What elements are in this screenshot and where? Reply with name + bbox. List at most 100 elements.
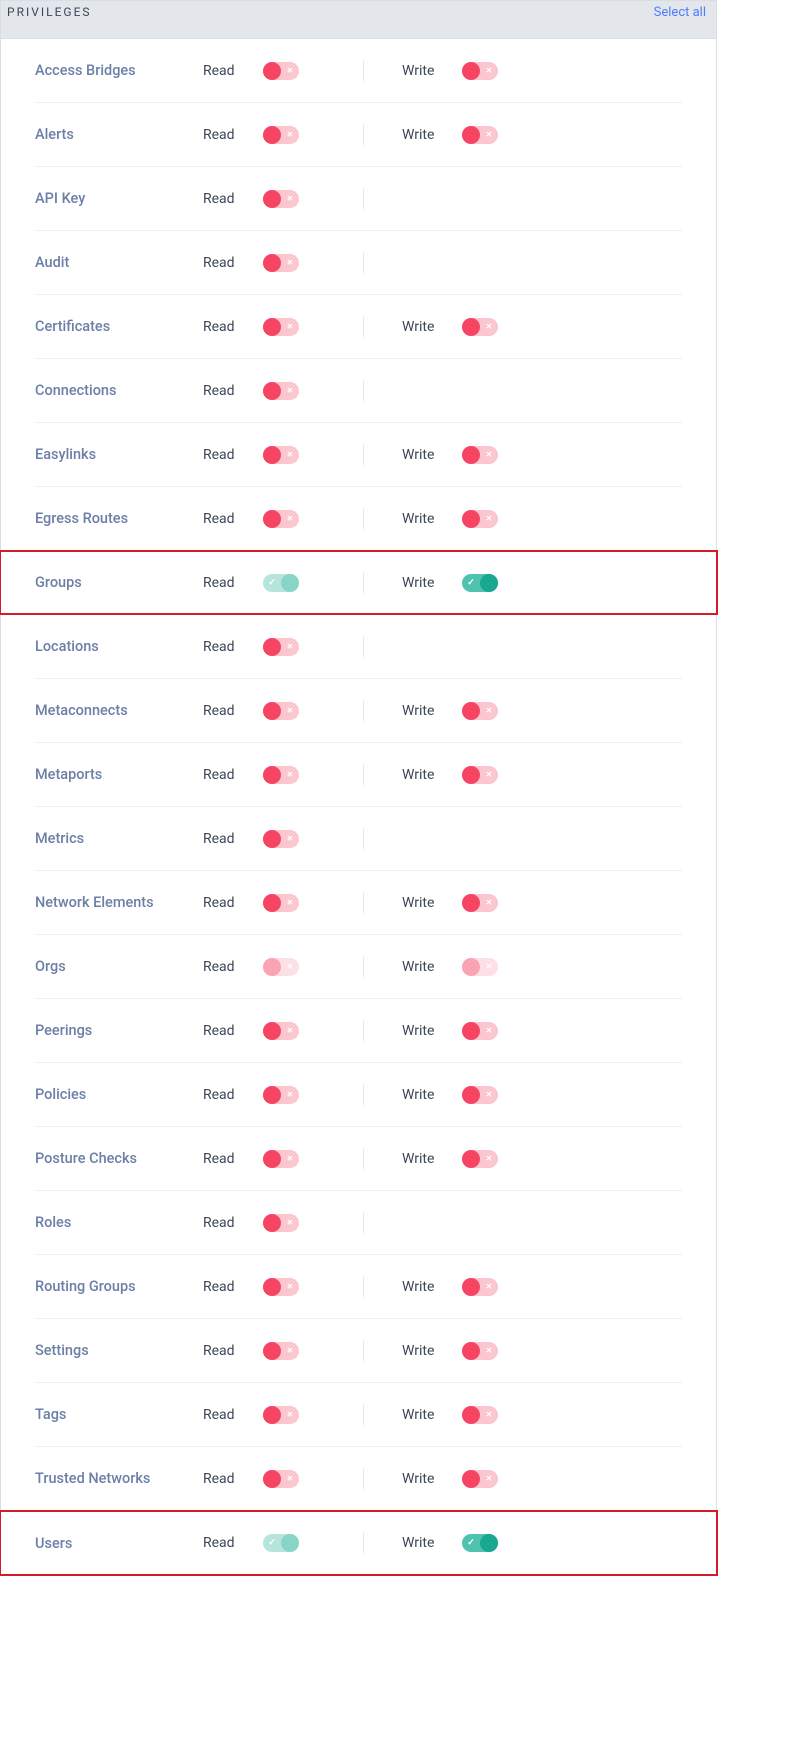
write-toggle[interactable] xyxy=(462,1150,498,1168)
write-toggle[interactable] xyxy=(462,1342,498,1360)
privilege-name[interactable]: Routing Groups xyxy=(35,1278,203,1295)
read-toggle[interactable] xyxy=(263,574,299,592)
privilege-name[interactable]: Groups xyxy=(35,574,203,591)
privilege-name[interactable]: Audit xyxy=(35,254,203,271)
read-toggle[interactable] xyxy=(263,254,299,272)
privilege-name[interactable]: Trusted Networks xyxy=(35,1470,203,1487)
toggle-knob xyxy=(462,1342,480,1360)
write-label: Write xyxy=(402,895,462,911)
toggle-knob xyxy=(263,1278,281,1296)
privilege-name[interactable]: Egress Routes xyxy=(35,510,203,527)
privilege-name[interactable]: Alerts xyxy=(35,126,203,143)
privilege-name[interactable]: Posture Checks xyxy=(35,1150,203,1167)
read-label: Read xyxy=(203,127,263,143)
write-label: Write xyxy=(402,447,462,463)
read-toggle[interactable] xyxy=(263,766,299,784)
read-toggle[interactable] xyxy=(263,1022,299,1040)
read-label: Read xyxy=(203,1215,263,1231)
toggle-knob xyxy=(263,894,281,912)
privilege-name[interactable]: Tags xyxy=(35,1406,203,1423)
read-toggle[interactable] xyxy=(263,1470,299,1488)
privilege-name[interactable]: Settings xyxy=(35,1342,203,1359)
x-icon xyxy=(281,1150,299,1168)
write-toggle[interactable] xyxy=(462,318,498,336)
read-label: Read xyxy=(203,447,263,463)
write-toggle[interactable] xyxy=(462,126,498,144)
read-toggle[interactable] xyxy=(263,1150,299,1168)
write-toggle-cell xyxy=(462,1342,552,1360)
toggle-knob xyxy=(263,1150,281,1168)
read-toggle[interactable] xyxy=(263,1342,299,1360)
read-toggle[interactable] xyxy=(263,1278,299,1296)
write-toggle[interactable] xyxy=(462,62,498,80)
privilege-name[interactable]: Users xyxy=(35,1535,203,1552)
cell-divider xyxy=(363,61,364,81)
read-label: Read xyxy=(203,703,263,719)
privilege-name[interactable]: API Key xyxy=(35,190,203,207)
privilege-name[interactable]: Orgs xyxy=(35,958,203,975)
privilege-name[interactable]: Network Elements xyxy=(35,894,203,911)
read-label: Read xyxy=(203,831,263,847)
privilege-name[interactable]: Certificates xyxy=(35,318,203,335)
write-toggle[interactable] xyxy=(462,702,498,720)
cell-divider xyxy=(363,957,364,977)
read-toggle[interactable] xyxy=(263,638,299,656)
toggle-knob xyxy=(462,62,480,80)
write-toggle[interactable] xyxy=(462,1470,498,1488)
x-icon xyxy=(281,510,299,528)
read-toggle[interactable] xyxy=(263,62,299,80)
write-toggle[interactable] xyxy=(462,1086,498,1104)
write-toggle[interactable] xyxy=(462,446,498,464)
write-toggle-cell xyxy=(462,702,552,720)
read-toggle[interactable] xyxy=(263,318,299,336)
privilege-name[interactable]: Policies xyxy=(35,1086,203,1103)
privilege-name[interactable]: Access Bridges xyxy=(35,62,203,79)
write-toggle[interactable] xyxy=(462,1534,498,1552)
write-toggle[interactable] xyxy=(462,766,498,784)
toggle-knob xyxy=(263,1470,281,1488)
read-toggle[interactable] xyxy=(263,702,299,720)
x-icon xyxy=(480,1470,498,1488)
privilege-name[interactable]: Metrics xyxy=(35,830,203,847)
write-toggle[interactable] xyxy=(462,894,498,912)
read-label: Read xyxy=(203,191,263,207)
write-label: Write xyxy=(402,63,462,79)
privilege-name[interactable]: Roles xyxy=(35,1214,203,1231)
read-toggle-cell xyxy=(263,702,353,720)
select-all-link[interactable]: Select all xyxy=(654,5,706,20)
write-toggle[interactable] xyxy=(462,1278,498,1296)
write-toggle[interactable] xyxy=(462,510,498,528)
read-toggle[interactable] xyxy=(263,382,299,400)
privilege-name[interactable]: Connections xyxy=(35,382,203,399)
write-toggle[interactable] xyxy=(462,1022,498,1040)
read-toggle[interactable] xyxy=(263,830,299,848)
x-icon xyxy=(480,766,498,784)
read-toggle[interactable] xyxy=(263,1214,299,1232)
read-toggle[interactable] xyxy=(263,894,299,912)
privilege-name[interactable]: Locations xyxy=(35,638,203,655)
write-toggle-cell xyxy=(462,510,552,528)
toggle-knob xyxy=(480,574,498,592)
toggle-knob xyxy=(462,958,480,976)
read-toggle[interactable] xyxy=(263,510,299,528)
privilege-name[interactable]: Easylinks xyxy=(35,446,203,463)
read-toggle[interactable] xyxy=(263,190,299,208)
read-toggle[interactable] xyxy=(263,126,299,144)
toggle-knob xyxy=(263,638,281,656)
write-label: Write xyxy=(402,1151,462,1167)
read-toggle[interactable] xyxy=(263,1534,299,1552)
write-toggle-cell xyxy=(462,766,552,784)
cell-divider xyxy=(363,829,364,849)
read-toggle[interactable] xyxy=(263,446,299,464)
write-toggle[interactable] xyxy=(462,574,498,592)
write-toggle[interactable] xyxy=(462,1406,498,1424)
privilege-name[interactable]: Metaports xyxy=(35,766,203,783)
x-icon xyxy=(480,894,498,912)
cell-divider xyxy=(363,573,364,593)
privilege-name[interactable]: Metaconnects xyxy=(35,702,203,719)
read-toggle[interactable] xyxy=(263,1406,299,1424)
x-icon xyxy=(281,766,299,784)
check-icon xyxy=(462,1534,480,1552)
privilege-name[interactable]: Peerings xyxy=(35,1022,203,1039)
read-toggle[interactable] xyxy=(263,1086,299,1104)
